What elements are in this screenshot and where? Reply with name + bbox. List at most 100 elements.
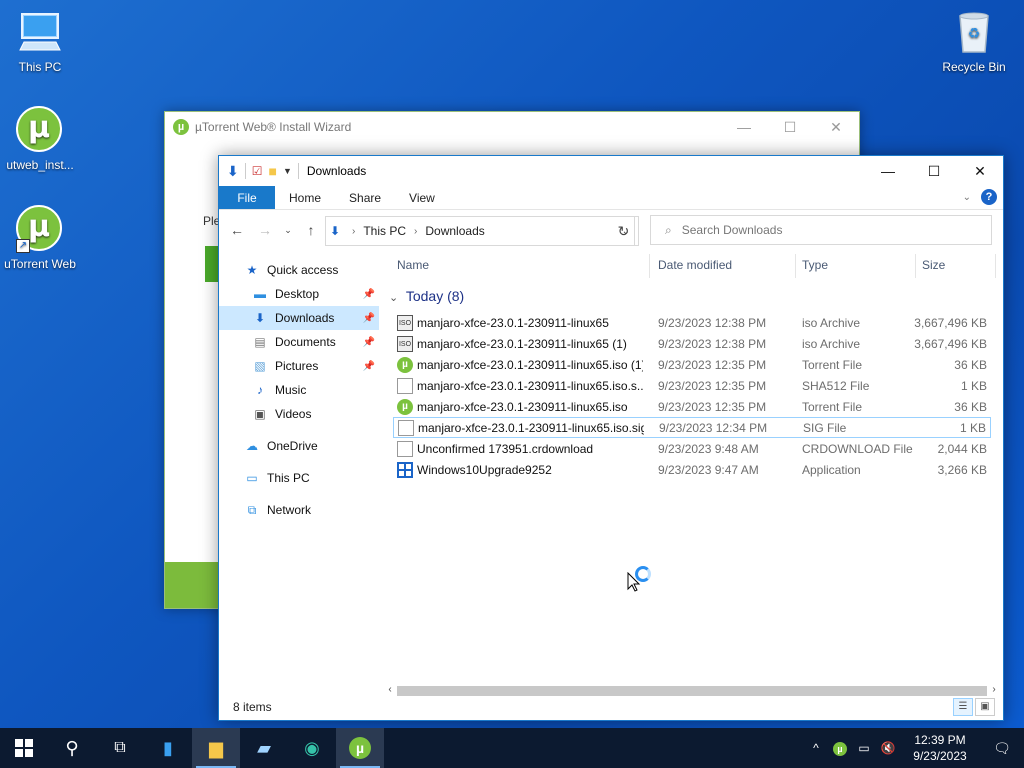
- file-name: Windows10Upgrade9252: [417, 462, 552, 477]
- edge-icon: ◉: [304, 737, 320, 758]
- tab-file[interactable]: File: [219, 186, 275, 209]
- pin-icon[interactable]: 📌: [363, 313, 375, 324]
- desktop-folder-icon: ▬: [254, 287, 266, 301]
- show-hidden-icons-chevron-icon[interactable]: ^: [804, 741, 828, 755]
- back-button[interactable]: ←: [225, 218, 249, 242]
- breadcrumb-this-pc[interactable]: This PC: [363, 224, 406, 238]
- search-button[interactable]: ⚲: [48, 728, 96, 768]
- taskbar: ⚲ ⧉ ▮ ▆ ▰ ◉ µ ^ µ ▭ 🔇 12:39 PM 9/23/2023…: [0, 728, 1024, 768]
- desktop-icon-utorrent-web[interactable]: µ ↗ uTorrent Web: [0, 205, 80, 271]
- chevron-right-icon[interactable]: ›: [414, 226, 417, 237]
- clock[interactable]: 12:39 PM 9/23/2023: [900, 732, 980, 764]
- minimize-button[interactable]: —: [865, 156, 911, 186]
- taskbar-app-edge[interactable]: ◉: [288, 728, 336, 768]
- desktop-icon-label: Recycle Bin: [942, 60, 1006, 74]
- file-row[interactable]: ISO manjaro-xfce-23.0.1-230911-linux65 (…: [393, 333, 991, 354]
- utorrent-icon: µ: [16, 106, 64, 154]
- taskbar-app-utorrent[interactable]: µ: [336, 728, 384, 768]
- forward-button[interactable]: →: [253, 218, 277, 242]
- file-size: 36 KB: [954, 357, 987, 372]
- scrollbar-thumb[interactable]: [397, 686, 987, 696]
- file-row[interactable]: Windows10Upgrade9252 9/23/2023 9:47 AM A…: [393, 459, 991, 480]
- computer-icon: ▭: [246, 471, 258, 485]
- search-input[interactable]: ⌕ Search Downloads: [650, 215, 992, 245]
- up-button[interactable]: ↑: [299, 218, 323, 242]
- address-bar[interactable]: ⬇ › This PC › Downloads ⌄: [325, 216, 635, 246]
- desktop-icon-utweb-installer[interactable]: µ utweb_inst...: [0, 106, 80, 172]
- nav-music[interactable]: ♪ Music: [219, 378, 379, 402]
- breadcrumb-downloads[interactable]: Downloads: [425, 224, 484, 238]
- file-row-selected[interactable]: manjaro-xfce-23.0.1-230911-linux65.iso.s…: [393, 417, 991, 438]
- desktop-icon-this-pc[interactable]: This PC: [0, 8, 80, 74]
- file-size: 1 KB: [960, 378, 987, 393]
- nav-videos[interactable]: ▣ Videos: [219, 402, 379, 426]
- tab-home[interactable]: Home: [275, 186, 335, 209]
- pin-icon[interactable]: 📌: [363, 289, 375, 300]
- chevron-right-icon[interactable]: ›: [352, 226, 355, 237]
- notifications-icon[interactable]: 🗨: [980, 740, 1024, 757]
- nav-this-pc[interactable]: ▭ This PC: [219, 466, 379, 490]
- customize-qat-chevron-icon[interactable]: ▼: [283, 166, 292, 176]
- file-explorer-window[interactable]: ⬇ ☑ ■ ▼ Downloads — ☐ ✕ File Home Share …: [218, 155, 1004, 721]
- file-row[interactable]: ISO manjaro-xfce-23.0.1-230911-linux65 9…: [393, 312, 991, 333]
- phone-app-icon: ▮: [163, 737, 173, 758]
- horizontal-scrollbar[interactable]: ‹ ›: [383, 682, 1001, 698]
- utorrent-tray-icon[interactable]: µ: [828, 741, 852, 756]
- nav-network[interactable]: ⧉ Network: [219, 498, 379, 522]
- large-icons-view-button[interactable]: ▣: [975, 698, 995, 716]
- tab-share[interactable]: Share: [335, 186, 395, 209]
- network-icon[interactable]: ▭: [852, 741, 876, 755]
- taskbar-app-notepad[interactable]: ▰: [240, 728, 288, 768]
- close-button[interactable]: ✕: [813, 112, 859, 142]
- column-header-size[interactable]: Size: [922, 258, 945, 272]
- group-header-today[interactable]: ⌄ Today (8): [389, 288, 464, 304]
- recent-locations-chevron-icon[interactable]: ⌄: [281, 218, 295, 242]
- help-icon[interactable]: ?: [981, 189, 997, 205]
- window-title: Downloads: [306, 164, 367, 178]
- nav-desktop[interactable]: ▬ Desktop 📌: [219, 282, 379, 306]
- file-row[interactable]: µ manjaro-xfce-23.0.1-230911-linux65.iso…: [393, 354, 991, 375]
- explorer-titlebar[interactable]: ⬇ ☑ ■ ▼ Downloads — ☐ ✕: [219, 156, 1003, 186]
- maximize-button[interactable]: ☐: [767, 112, 813, 142]
- nav-pictures[interactable]: ▧ Pictures 📌: [219, 354, 379, 378]
- file-row[interactable]: manjaro-xfce-23.0.1-230911-linux65.iso.s…: [393, 375, 991, 396]
- properties-icon[interactable]: ☑: [252, 164, 263, 178]
- file-row[interactable]: µ manjaro-xfce-23.0.1-230911-linux65.iso…: [393, 396, 991, 417]
- clock-date: 9/23/2023: [913, 749, 967, 763]
- refresh-button[interactable]: ↻: [609, 216, 639, 246]
- desktop-icon-recycle-bin[interactable]: ♻ Recycle Bin: [934, 8, 1014, 74]
- recycle-bin-icon: ♻: [950, 8, 998, 56]
- details-view-button[interactable]: ☰: [953, 698, 973, 716]
- close-button[interactable]: ✕: [957, 156, 1003, 186]
- download-arrow-icon[interactable]: ⬇: [227, 163, 239, 180]
- minimize-button[interactable]: —: [721, 112, 767, 142]
- task-view-button[interactable]: ⧉: [96, 728, 144, 768]
- volume-muted-icon[interactable]: 🔇: [876, 741, 900, 755]
- nav-documents[interactable]: ▤ Documents 📌: [219, 330, 379, 354]
- nav-onedrive[interactable]: ☁ OneDrive: [219, 434, 379, 458]
- pin-icon[interactable]: 📌: [363, 361, 375, 372]
- iso-archive-icon: ISO: [397, 314, 413, 331]
- expand-ribbon-chevron-icon[interactable]: ⌄: [963, 192, 971, 203]
- nav-label: Pictures: [275, 359, 319, 373]
- column-header-name[interactable]: Name: [397, 258, 429, 272]
- scroll-left-icon[interactable]: ‹: [383, 682, 397, 698]
- nav-quick-access[interactable]: ★ Quick access: [219, 258, 379, 282]
- maximize-button[interactable]: ☐: [911, 156, 957, 186]
- column-header-date[interactable]: Date modified: [658, 258, 732, 272]
- file-date: 9/23/2023 9:48 AM: [658, 441, 759, 456]
- file-row[interactable]: Unconfirmed 173951.crdownload 9/23/2023 …: [393, 438, 991, 459]
- taskbar-app-file-explorer[interactable]: ▆: [192, 728, 240, 768]
- pin-icon[interactable]: 📌: [363, 337, 375, 348]
- scroll-right-icon[interactable]: ›: [987, 682, 1001, 698]
- taskbar-app-phone[interactable]: ▮: [144, 728, 192, 768]
- new-folder-icon[interactable]: ■: [269, 163, 277, 179]
- start-button[interactable]: [0, 728, 48, 768]
- nav-downloads[interactable]: ⬇ Downloads 📌: [219, 306, 379, 330]
- chevron-down-icon: ⌄: [389, 292, 399, 304]
- file-name: manjaro-xfce-23.0.1-230911-linux65 (1): [417, 336, 627, 351]
- tab-view[interactable]: View: [395, 186, 449, 209]
- column-header-type[interactable]: Type: [802, 258, 828, 272]
- wizard-title: µTorrent Web® Install Wizard: [195, 120, 352, 134]
- desktop-icon-label: uTorrent Web: [4, 257, 76, 271]
